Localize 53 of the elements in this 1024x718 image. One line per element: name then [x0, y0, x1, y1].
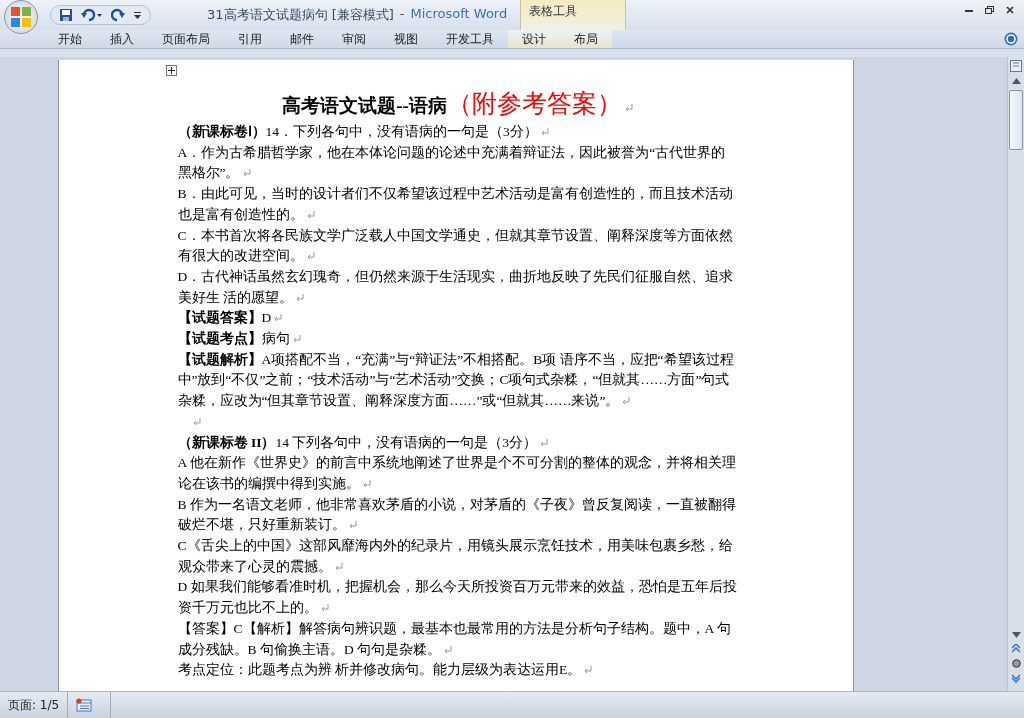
ruler-toggle-icon[interactable]	[1010, 60, 1022, 72]
table-move-handle-icon[interactable]	[165, 65, 177, 76]
redo-icon[interactable]	[111, 8, 125, 22]
document-title: 31高考语文试题病句 [兼容模式]	[207, 6, 394, 24]
title-separator: -	[399, 6, 405, 23]
scroll-thumb[interactable]	[1009, 90, 1023, 150]
paragraph: 考点定位：此题考点为辨 析并修改病句。能力层级为表达运用E。	[177, 660, 738, 681]
ribbon-tab[interactable]: 开发工具	[432, 30, 508, 48]
scroll-up-icon[interactable]	[1011, 78, 1021, 84]
paragraph: 【试题考点】病句	[177, 329, 738, 350]
ribbon-tab[interactable]: 设计	[508, 30, 560, 48]
undo-icon[interactable]	[81, 8, 103, 22]
paragraph: 【试题答案】D	[177, 308, 738, 330]
ribbon-tab[interactable]: 引用	[224, 30, 276, 48]
document-layout-icon[interactable]	[76, 698, 93, 712]
customize-dropdown-icon[interactable]	[133, 10, 142, 20]
ribbon-tab[interactable]: 布局	[560, 30, 612, 48]
paragraph: D．古代神话虽然玄幻瑰奇，但仍然来源于生活现实，曲折地反映了先民们征服自然、追求美好生 活的愿望。	[177, 266, 738, 309]
previous-page-icon[interactable]	[1012, 644, 1020, 653]
ribbon-tab[interactable]: 页面布局	[148, 30, 224, 48]
scroll-down-icon[interactable]	[1011, 632, 1021, 638]
document-heading: 高考语文试题--语病	[282, 95, 447, 116]
app-name: Microsoft Word	[410, 6, 508, 23]
ribbon-tab[interactable]: 审阅	[328, 30, 380, 48]
ribbon-tab[interactable]: 邮件	[276, 30, 328, 48]
close-icon[interactable]	[1006, 6, 1014, 14]
paragraph: 【试题解析】A项搭配不当，“充满”与“辩证法”不相搭配。B项 语序不当，应把“希望该过程中”放到“不仅”之前；“技术活动”与“艺术活动”交换；C项句式杂糅，“但就其……方面”句式杂糅，应改为“但其章节设置、阐释深度方面……”或“但就其……来说”。	[177, 349, 738, 412]
paragraph: 【答案】C【解析】解答病句辨识题，最基本也最常用的方法是分析句子结构。题中，A 句成分残缺。B 句偷换主语。D 句句是杂糅。	[177, 618, 738, 661]
office-button[interactable]	[4, 0, 38, 34]
page-count[interactable]: 页面: 1/5	[0, 692, 69, 718]
save-icon[interactable]	[59, 8, 73, 22]
paragraph: A 他在新作《世界史》的前言中系统地阐述了世界是个不可分割的整体的观念，并将相关理论在该书的编撰中得到实施。	[177, 453, 738, 495]
help-icon[interactable]	[1004, 32, 1018, 46]
office-logo-icon	[9, 5, 33, 29]
ribbon-tab[interactable]: 视图	[380, 30, 432, 48]
next-page-icon[interactable]	[1012, 674, 1020, 683]
paragraph: C《舌尖上的中国》这部风靡海内外的纪录片，用镜头展示烹饪技术，用美味包裹乡愁，给观众带来了心灵的震撼。	[177, 536, 738, 578]
paragraph-mark-icon	[624, 104, 633, 112]
ribbon-tab[interactable]: 插入	[96, 30, 148, 48]
paragraph-mark-icon	[192, 417, 201, 426]
minimize-icon[interactable]	[965, 7, 973, 13]
ribbon-tab[interactable]: 开始	[44, 30, 96, 48]
paragraph: （新课标卷Ⅰ）14．下列各句中，没有语病的一句是（3分）	[177, 122, 738, 143]
paragraph: B．由此可见，当时的设计者们不仅希望该过程中艺术活动是富有创造性的，而且技术活动也是富有创造性的。	[177, 184, 738, 226]
vertical-scrollbar[interactable]	[1007, 57, 1024, 691]
restore-icon[interactable]	[985, 6, 994, 14]
heading-note: （附参考答案）	[446, 90, 622, 117]
browse-object-icon[interactable]	[1011, 659, 1021, 668]
paragraph: B 作为一名语文老师，他非常喜欢茅盾的小说，对茅盾的《子夜》曾反复阅读，一直被翻得破烂不堪，只好重新装订。	[177, 494, 738, 537]
paragraph: （新课标卷 II）14 下列各句中，没有语病的一句是（3分）	[177, 432, 738, 454]
paragraph: D 如果我们能够看准时机，把握机会，那么今天所投资百万元带来的效益，恐怕是五年后投资千万元也比不上的。	[177, 577, 738, 619]
paragraph: C．本书首次将各民族文学广泛载人中国文学通史，但就其章节设置、阐释深度等方面依然有很大的改进空间。	[177, 225, 738, 267]
paragraph: A．作为古希腊哲学家，他在本体论问题的论述中充满着辩证法，因此被誉为“古代世界的黑格尔”。	[177, 142, 738, 185]
